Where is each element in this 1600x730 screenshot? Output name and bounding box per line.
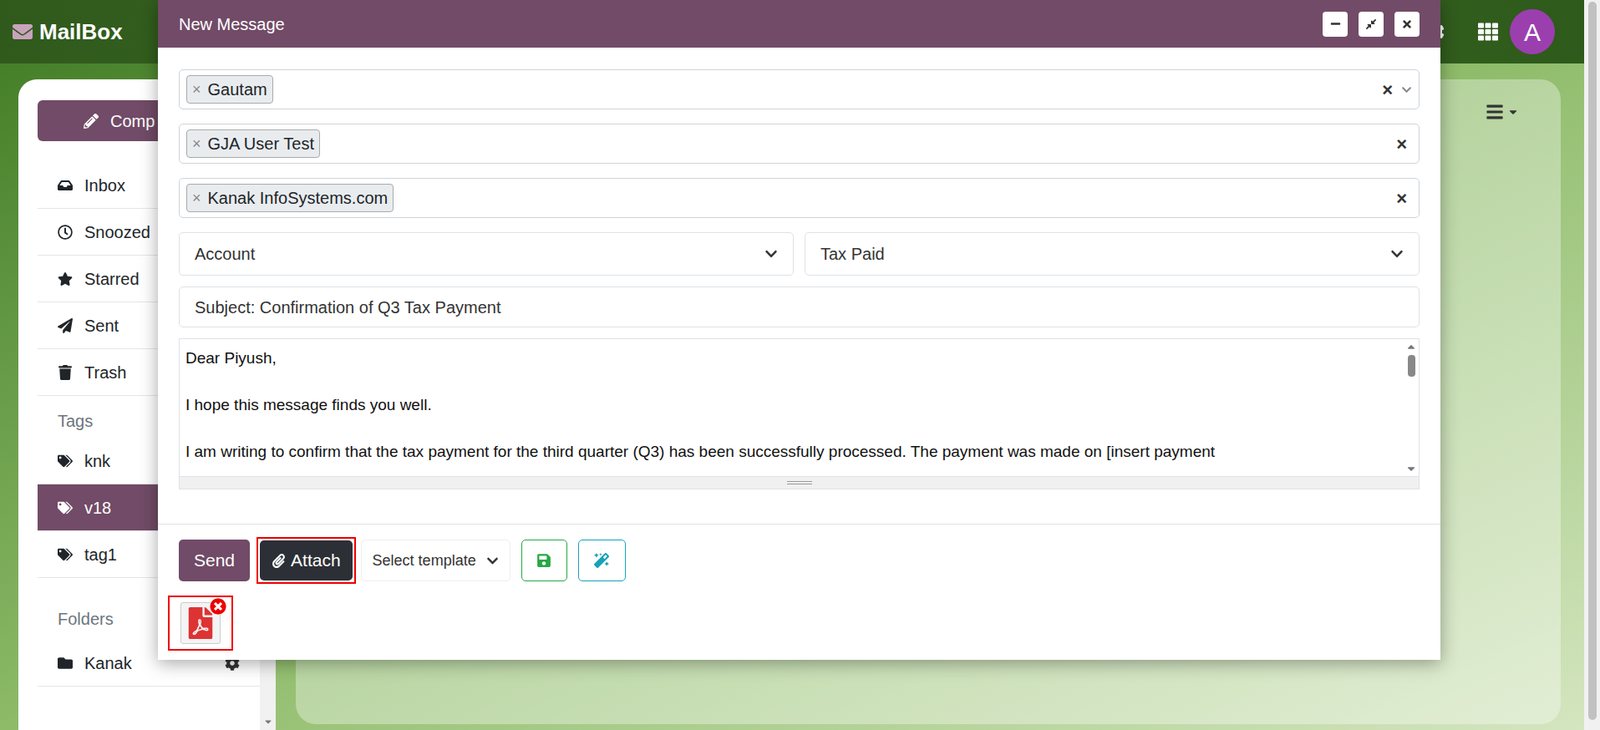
chevron-icon [764, 247, 778, 261]
minimize-button[interactable] [1322, 11, 1348, 37]
recipient-chip: ×Kanak InfoSystems.com [186, 183, 394, 213]
caret-icon [1507, 106, 1519, 118]
chip-remove[interactable]: × [192, 187, 202, 210]
dialog-footer: SendAttachSelect template [157, 523, 1441, 651]
envelope-icon [12, 21, 33, 42]
chevron-icon[interactable] [1401, 84, 1413, 96]
menu-icon [1485, 102, 1504, 122]
pdf-attachment[interactable] [180, 602, 221, 645]
paperclip-icon [271, 553, 286, 569]
item-icon [57, 224, 73, 240]
ai-assist-button[interactable] [578, 539, 626, 582]
body-paragraph: I hope this message finds you well. [185, 393, 1404, 417]
body-paragraph: Dear Piyush, [185, 346, 1404, 371]
resize-handle[interactable] [179, 476, 1419, 489]
template-select[interactable]: Select template [360, 539, 511, 582]
item-icon [57, 453, 73, 469]
scroll-down-icon [1405, 462, 1418, 475]
attach-button[interactable]: Attach [259, 540, 353, 581]
recipient-chip: ×GJA User Test [186, 129, 320, 158]
item-icon [57, 655, 73, 671]
body-paragraph: I am writing to confirm that the tax pay… [185, 440, 1404, 464]
body-editor[interactable]: Dear Piyush, I hope this message finds yo… [178, 338, 1420, 490]
clear-button[interactable]: × [1376, 76, 1398, 104]
page-scrollbar[interactable] [1584, 0, 1600, 730]
item-icon [57, 500, 73, 516]
page: MailBoxACompInboxSnoozedStarredSentTrash… [0, 0, 1600, 730]
apps-grid-icon[interactable] [1478, 21, 1499, 42]
compose-dialog: New Message×Gautam××GJA User Test××Kanak… [157, 0, 1441, 661]
close-icon [1401, 18, 1413, 31]
item-icon [57, 271, 73, 287]
send-button[interactable]: Send [178, 539, 250, 582]
close-button[interactable] [1394, 11, 1420, 37]
minus-icon [1330, 18, 1341, 30]
item-icon [57, 177, 73, 194]
to-field[interactable]: ×Gautam× [178, 69, 1420, 110]
chip-remove[interactable]: × [192, 132, 202, 156]
pdf-file-icon [187, 607, 214, 640]
save-template-button[interactable] [521, 539, 568, 582]
item-icon [57, 365, 73, 381]
clear-button[interactable]: × [1391, 184, 1413, 213]
magic-wand-icon [594, 553, 610, 569]
chip-remove[interactable]: × [192, 78, 202, 102]
recipient-chip: ×Gautam [186, 75, 274, 104]
chevron-icon [1390, 247, 1404, 261]
body-scrollbar[interactable] [1403, 339, 1419, 477]
cc-field[interactable]: ×GJA User Test× [178, 123, 1420, 164]
subject-input[interactable]: Subject: Confirmation of Q3 Tax Payment [178, 286, 1420, 328]
logo[interactable]: MailBox [12, 15, 123, 49]
bcc-field[interactable]: ×Kanak InfoSystems.com× [178, 177, 1420, 219]
dialog-title-bar: New Message [157, 0, 1441, 48]
avatar[interactable]: A [1509, 9, 1555, 55]
account-select[interactable]: Account [178, 232, 794, 276]
save-icon [536, 553, 552, 569]
item-icon [57, 318, 73, 334]
view-menu[interactable] [1485, 102, 1519, 122]
tag-select[interactable]: Tax Paid [804, 232, 1420, 276]
clear-button[interactable]: × [1391, 130, 1413, 158]
remove-attachment-icon[interactable] [209, 598, 227, 615]
item-icon [57, 547, 73, 563]
dialog-title: New Message [178, 11, 1323, 37]
scroll-down-icon[interactable] [263, 716, 274, 727]
compress-icon [1365, 18, 1377, 31]
pencil-icon [83, 113, 99, 129]
chevron-icon [486, 554, 499, 568]
restore-button[interactable] [1358, 11, 1384, 37]
scroll-up-icon [1405, 340, 1418, 353]
